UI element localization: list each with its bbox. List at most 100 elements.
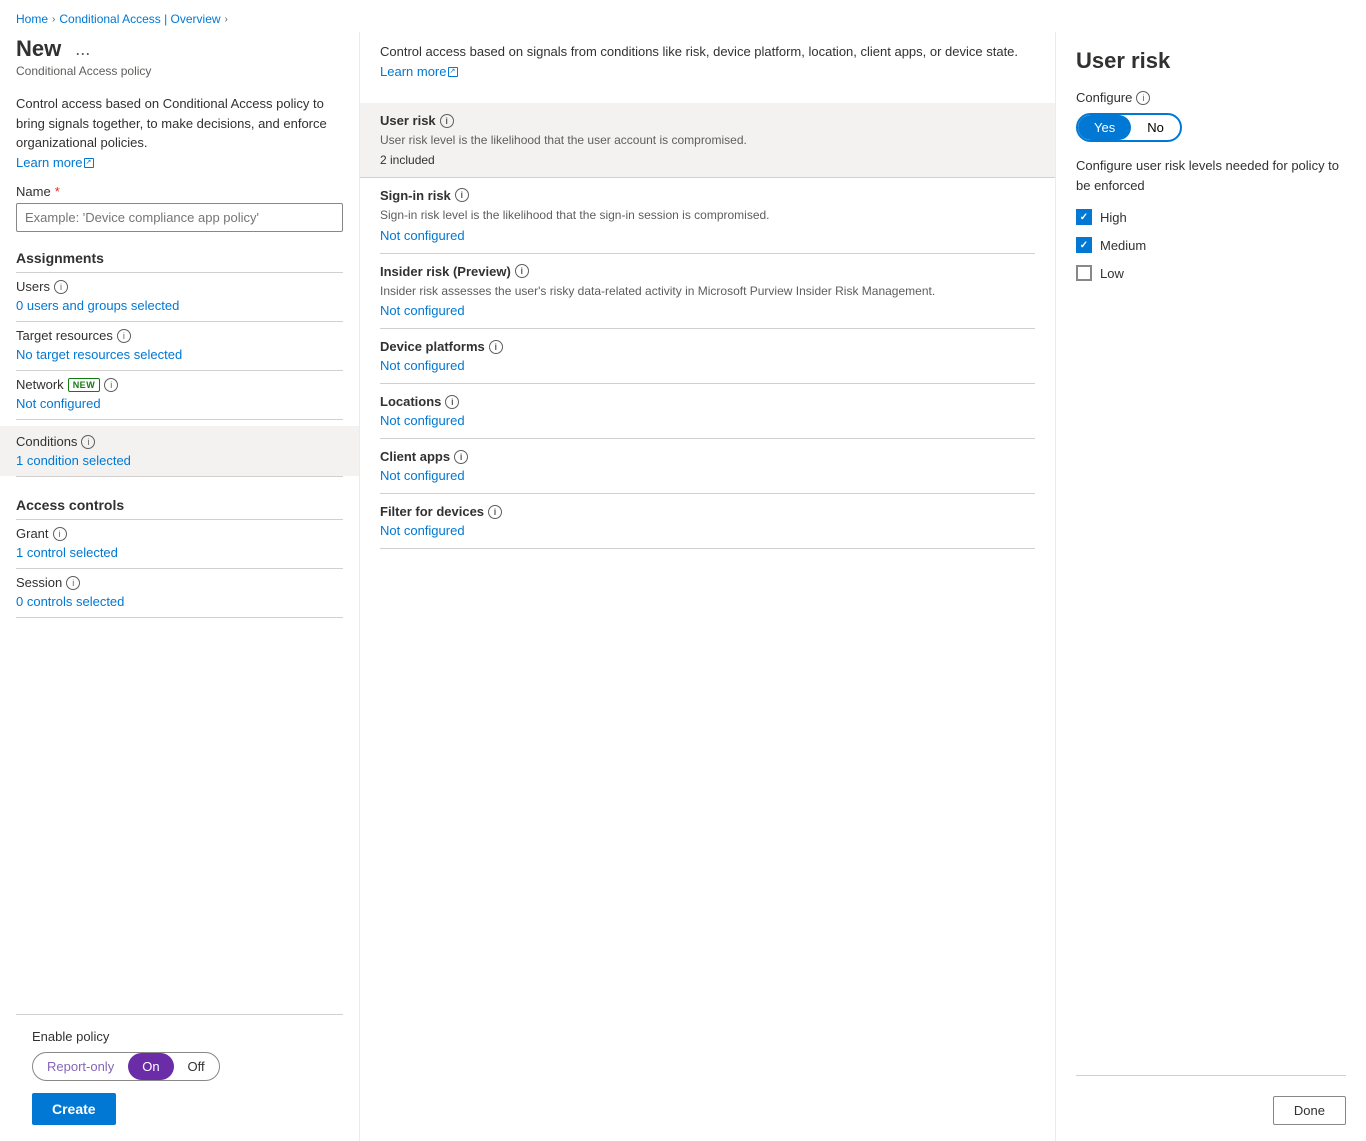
high-checkbox[interactable]: ✓ [1076, 209, 1092, 225]
left-panel: New ... Conditional Access policy Contro… [0, 32, 360, 1141]
user-risk-title: User risk i [380, 113, 1035, 128]
breadcrumb-overview[interactable]: Conditional Access | Overview [59, 12, 220, 26]
condition-filter-devices[interactable]: Filter for devices i Not configured [380, 494, 1035, 549]
high-checkmark: ✓ [1080, 212, 1088, 223]
users-value[interactable]: 0 users and groups selected [16, 298, 179, 313]
network-value[interactable]: Not configured [16, 396, 101, 411]
page-subtitle: Conditional Access policy [16, 64, 343, 78]
done-button[interactable]: Done [1273, 1096, 1346, 1125]
signin-risk-info-icon[interactable]: i [455, 188, 469, 202]
conditions-label: Conditions i [16, 434, 343, 449]
filter-devices-value[interactable]: Not configured [380, 523, 1035, 538]
session-info-icon[interactable]: i [66, 576, 80, 590]
create-button[interactable]: Create [32, 1093, 116, 1125]
network-info-icon[interactable]: i [104, 378, 118, 392]
device-platforms-info-icon[interactable]: i [489, 340, 503, 354]
target-resources-row: Target resources i No target resources s… [16, 328, 343, 362]
grant-divider [16, 568, 343, 569]
user-risk-count: 2 included [380, 153, 1035, 167]
conditions-info-icon[interactable]: i [81, 435, 95, 449]
grant-row: Grant i 1 control selected [16, 526, 343, 560]
low-label: Low [1100, 266, 1124, 281]
target-resources-value[interactable]: No target resources selected [16, 347, 182, 362]
session-row: Session i 0 controls selected [16, 575, 343, 609]
left-description: Control access based on Conditional Acce… [16, 94, 343, 172]
session-value[interactable]: 0 controls selected [16, 594, 124, 609]
session-divider [16, 617, 343, 618]
medium-checkmark: ✓ [1080, 240, 1088, 251]
yes-button[interactable]: Yes [1078, 115, 1131, 140]
signin-risk-value[interactable]: Not configured [380, 228, 1035, 243]
target-resources-label: Target resources i [16, 328, 343, 343]
left-learn-more-icon [84, 158, 94, 168]
access-controls-divider [16, 519, 343, 520]
condition-locations[interactable]: Locations i Not configured [380, 384, 1035, 439]
network-new-badge: NEW [68, 378, 101, 392]
filter-devices-title: Filter for devices i [380, 504, 1035, 519]
medium-checkbox[interactable]: ✓ [1076, 237, 1092, 253]
risk-level-high[interactable]: ✓ High [1076, 209, 1346, 225]
insider-risk-value[interactable]: Not configured [380, 303, 1035, 318]
condition-client-apps[interactable]: Client apps i Not configured [380, 439, 1035, 494]
session-label: Session i [16, 575, 343, 590]
breadcrumb: Home › Conditional Access | Overview › [0, 0, 1366, 32]
risk-level-low[interactable]: Low [1076, 265, 1346, 281]
target-info-icon[interactable]: i [117, 329, 131, 343]
name-label: Name * [16, 184, 343, 199]
signin-risk-title: Sign-in risk i [380, 188, 1035, 203]
middle-header: Control access based on signals from con… [380, 32, 1035, 103]
grant-label: Grant i [16, 526, 343, 541]
users-info-icon[interactable]: i [54, 280, 68, 294]
users-label: Users i [16, 279, 343, 294]
client-apps-info-icon[interactable]: i [454, 450, 468, 464]
condition-user-risk[interactable]: User risk i User risk level is the likel… [360, 103, 1055, 178]
configure-label: Configure i [1076, 90, 1346, 105]
policy-off-button[interactable]: Off [174, 1053, 219, 1080]
right-panel-title: User risk [1076, 48, 1346, 74]
policy-on-button[interactable]: On [128, 1053, 173, 1080]
assignments-label: Assignments [16, 250, 343, 266]
insider-risk-title: Insider risk (Preview) i [380, 264, 1035, 279]
insider-risk-desc: Insider risk assesses the user's risky d… [380, 283, 1035, 300]
locations-info-icon[interactable]: i [445, 395, 459, 409]
page-title-area: New ... Conditional Access policy [16, 32, 343, 80]
no-button[interactable]: No [1131, 115, 1180, 140]
locations-title: Locations i [380, 394, 1035, 409]
middle-learn-more[interactable]: Learn more [380, 64, 446, 79]
insider-risk-info-icon[interactable]: i [515, 264, 529, 278]
configure-info-icon[interactable]: i [1136, 91, 1150, 105]
name-field-row: Name * [16, 184, 343, 232]
locations-value[interactable]: Not configured [380, 413, 1035, 428]
conditions-row: Conditions i 1 condition selected [0, 426, 359, 476]
filter-devices-info-icon[interactable]: i [488, 505, 502, 519]
grant-value[interactable]: 1 control selected [16, 545, 118, 560]
assignments-divider [16, 272, 343, 273]
policy-report-only-button[interactable]: Report-only [33, 1053, 128, 1080]
left-learn-more[interactable]: Learn more [16, 155, 82, 170]
user-risk-desc: User risk level is the likelihood that t… [380, 132, 1035, 149]
name-input[interactable] [16, 203, 343, 232]
target-divider [16, 370, 343, 371]
configure-hint: Configure user risk levels needed for po… [1076, 156, 1346, 195]
network-label: Network NEW i [16, 377, 343, 392]
device-platforms-value[interactable]: Not configured [380, 358, 1035, 373]
ellipsis-button[interactable]: ... [69, 37, 96, 62]
conditions-value[interactable]: 1 condition selected [16, 453, 131, 468]
condition-device-platforms[interactable]: Device platforms i Not configured [380, 329, 1035, 384]
conditions-divider [16, 476, 343, 477]
condition-signin-risk[interactable]: Sign-in risk i Sign-in risk level is the… [380, 178, 1035, 254]
page-title-text: New [16, 36, 61, 62]
users-divider [16, 321, 343, 322]
grant-info-icon[interactable]: i [53, 527, 67, 541]
client-apps-value[interactable]: Not configured [380, 468, 1035, 483]
signin-risk-desc: Sign-in risk level is the likelihood tha… [380, 207, 1035, 224]
breadcrumb-home[interactable]: Home [16, 12, 48, 26]
name-required: * [55, 184, 60, 199]
low-checkbox[interactable] [1076, 265, 1092, 281]
user-risk-info-icon[interactable]: i [440, 114, 454, 128]
risk-level-medium[interactable]: ✓ Medium [1076, 237, 1346, 253]
done-button-area: Done [1076, 1075, 1346, 1125]
condition-insider-risk[interactable]: Insider risk (Preview) i Insider risk as… [380, 254, 1035, 330]
policy-toggle-group[interactable]: Report-only On Off [32, 1052, 220, 1081]
yes-no-toggle[interactable]: Yes No [1076, 113, 1182, 142]
